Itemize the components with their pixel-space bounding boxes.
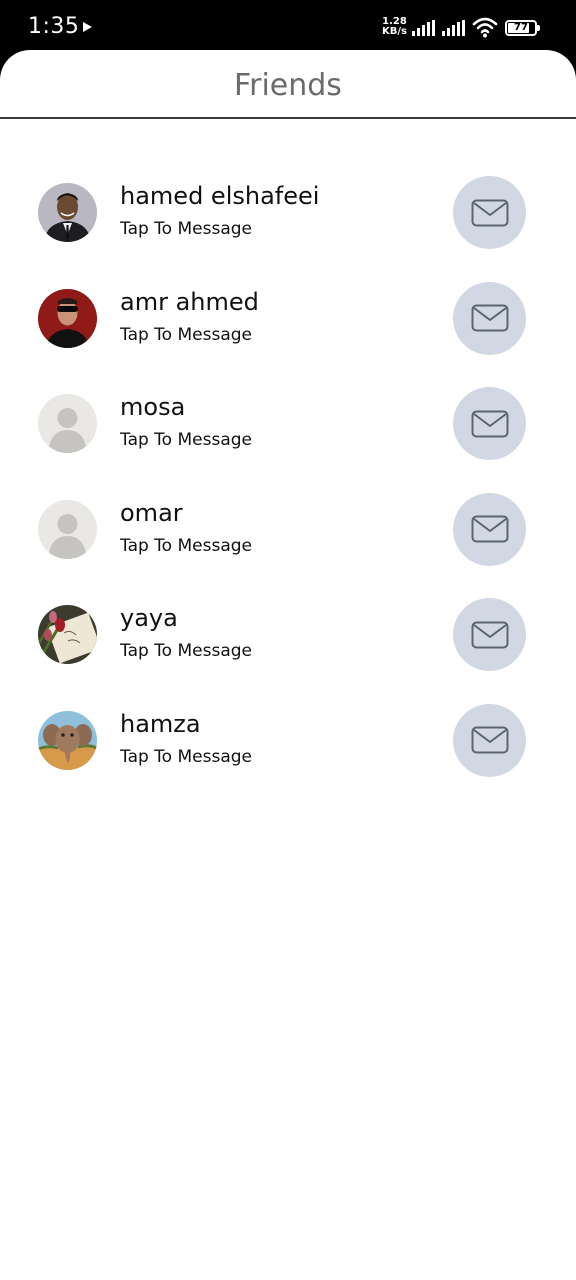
signal-icon: [412, 20, 436, 36]
network-speed: 1.28 KB/s: [382, 17, 407, 37]
friend-subtitle: Tap To Message: [120, 641, 252, 662]
man-sunglasses-photo-icon: [38, 288, 97, 348]
friend-row[interactable]: amr ahmed Tap To Message: [0, 281, 576, 388]
avatar[interactable]: [38, 499, 97, 559]
friend-subtitle: Tap To Message: [120, 324, 252, 345]
elephant-photo-icon: [38, 710, 97, 770]
wifi-icon: [472, 17, 498, 38]
message-button[interactable]: [453, 598, 526, 672]
friend-subtitle: Tap To Message: [120, 430, 252, 451]
envelope-icon: [471, 621, 508, 649]
friend-row[interactable]: hamza Tap To Message: [0, 703, 576, 810]
page-title: Friends: [234, 68, 342, 103]
envelope-icon: [471, 515, 508, 543]
play-icon: [83, 22, 92, 32]
friend-name: omar: [120, 498, 183, 527]
friend-name: mosa: [120, 393, 186, 422]
status-time: 1:35: [28, 14, 80, 39]
default-person-icon: [38, 394, 97, 454]
envelope-icon: [471, 199, 508, 226]
battery-icon: 77: [505, 20, 540, 36]
friend-subtitle: Tap To Message: [120, 746, 252, 767]
flowers-note-photo-icon: [38, 605, 97, 665]
signal-icon: [442, 20, 466, 36]
friends-sheet: Friends hamed elshafeei Tap To Message a…: [0, 50, 576, 1280]
message-button[interactable]: [453, 703, 526, 777]
app-header: Friends: [0, 50, 576, 119]
message-button[interactable]: [453, 492, 526, 566]
friend-name: amr ahmed: [120, 287, 259, 316]
message-button[interactable]: [453, 176, 526, 249]
status-bar: 1:35 1.28 KB/s 77: [0, 0, 576, 56]
friend-list: hamed elshafeei Tap To Message amr ahmed…: [0, 176, 576, 810]
friend-row[interactable]: hamed elshafeei Tap To Message: [0, 176, 576, 282]
avatar[interactable]: [38, 710, 97, 770]
message-button[interactable]: [453, 281, 526, 355]
message-button[interactable]: [453, 387, 526, 461]
avatar[interactable]: [38, 605, 97, 665]
friend-name: hamza: [120, 709, 201, 738]
avatar[interactable]: [38, 394, 97, 454]
envelope-icon: [471, 304, 508, 332]
avatar[interactable]: [38, 288, 97, 348]
friend-row[interactable]: yaya Tap To Message: [0, 598, 576, 704]
avatar[interactable]: [38, 183, 97, 242]
default-person-icon: [38, 499, 97, 559]
network-speed-unit: KB/s: [382, 26, 407, 37]
envelope-icon: [471, 726, 508, 754]
battery-level: 77: [514, 22, 528, 33]
friend-name: yaya: [120, 604, 178, 633]
friend-row[interactable]: omar Tap To Message: [0, 492, 576, 599]
friend-row[interactable]: mosa Tap To Message: [0, 387, 576, 493]
friend-subtitle: Tap To Message: [120, 219, 252, 239]
man-suit-photo-icon: [38, 183, 97, 242]
friend-subtitle: Tap To Message: [120, 535, 252, 556]
friend-name: hamed elshafeei: [120, 182, 320, 210]
envelope-icon: [471, 410, 508, 438]
